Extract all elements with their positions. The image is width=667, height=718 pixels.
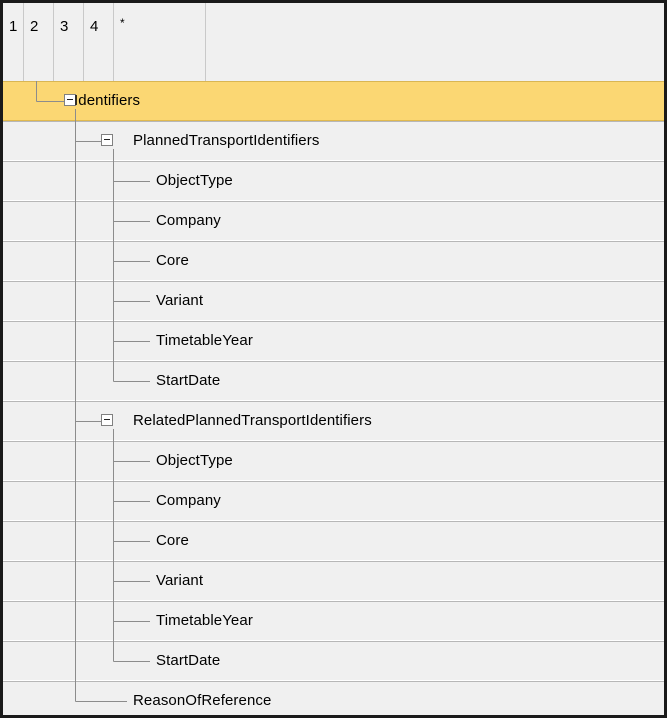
tree-node-label: StartDate [156,652,221,669]
tree-node-label: Company [156,492,221,509]
tree-node-label: ObjectType [156,172,233,189]
outline-level-4-button[interactable]: 4 [84,3,114,81]
tree-row[interactable]: Core [3,521,664,561]
minus-icon [67,99,73,100]
tree-node-label: Identifiers [74,92,141,109]
tree-node-label: Core [156,532,189,549]
tree-node-label: RelatedPlannedTransportIdentifiers [133,412,372,429]
tree-node-label: Variant [156,292,204,309]
outline-level-2-button[interactable]: 2 [24,3,54,81]
tree-row[interactable]: PlannedTransportIdentifiers [3,121,664,161]
tree-row[interactable]: Core [3,241,664,281]
tree-node-label: PlannedTransportIdentifiers [133,132,320,149]
tree-node-label: StartDate [156,372,221,389]
minus-icon [104,419,110,420]
collapse-toggle-icon[interactable] [101,414,113,426]
outline-level-1-button[interactable]: 1 [3,3,24,81]
tree-row[interactable]: ReasonOfReference [3,681,664,715]
tree-row[interactable]: TimetableYear [3,321,664,361]
tree-row[interactable]: Variant [3,281,664,321]
collapse-toggle-icon[interactable] [101,134,113,146]
tree-node-label: TimetableYear [156,612,253,629]
tree-node-label: ObjectType [156,452,233,469]
outline-level-header: 1 2 3 4 * [3,3,664,81]
tree-row[interactable]: Variant [3,561,664,601]
tree-row[interactable]: TimetableYear [3,601,664,641]
tree-node-label: TimetableYear [156,332,253,349]
tree-row[interactable]: Company [3,201,664,241]
tree-row[interactable]: Identifiers [3,81,664,121]
tree-row[interactable]: StartDate [3,361,664,401]
tree-node-label: Company [156,212,221,229]
tree-row[interactable]: RelatedPlannedTransportIdentifiers [3,401,664,441]
tree-rows: Identifiers PlannedTransportIdentifiers Ob… [3,81,664,715]
tree-node-label: Variant [156,572,204,589]
tree-row[interactable]: Company [3,481,664,521]
minus-icon [104,139,110,140]
outline-tree-panel: 1 2 3 4 * Identifiers PlannedTransportIde… [0,0,667,718]
tree-row[interactable]: StartDate [3,641,664,681]
tree-row[interactable]: ObjectType [3,161,664,201]
tree-node-label: Core [156,252,189,269]
outline-level-all-button[interactable]: * [114,3,206,81]
outline-level-3-button[interactable]: 3 [54,3,84,81]
tree-node-label: ReasonOfReference [133,692,272,709]
tree-row[interactable]: ObjectType [3,441,664,481]
